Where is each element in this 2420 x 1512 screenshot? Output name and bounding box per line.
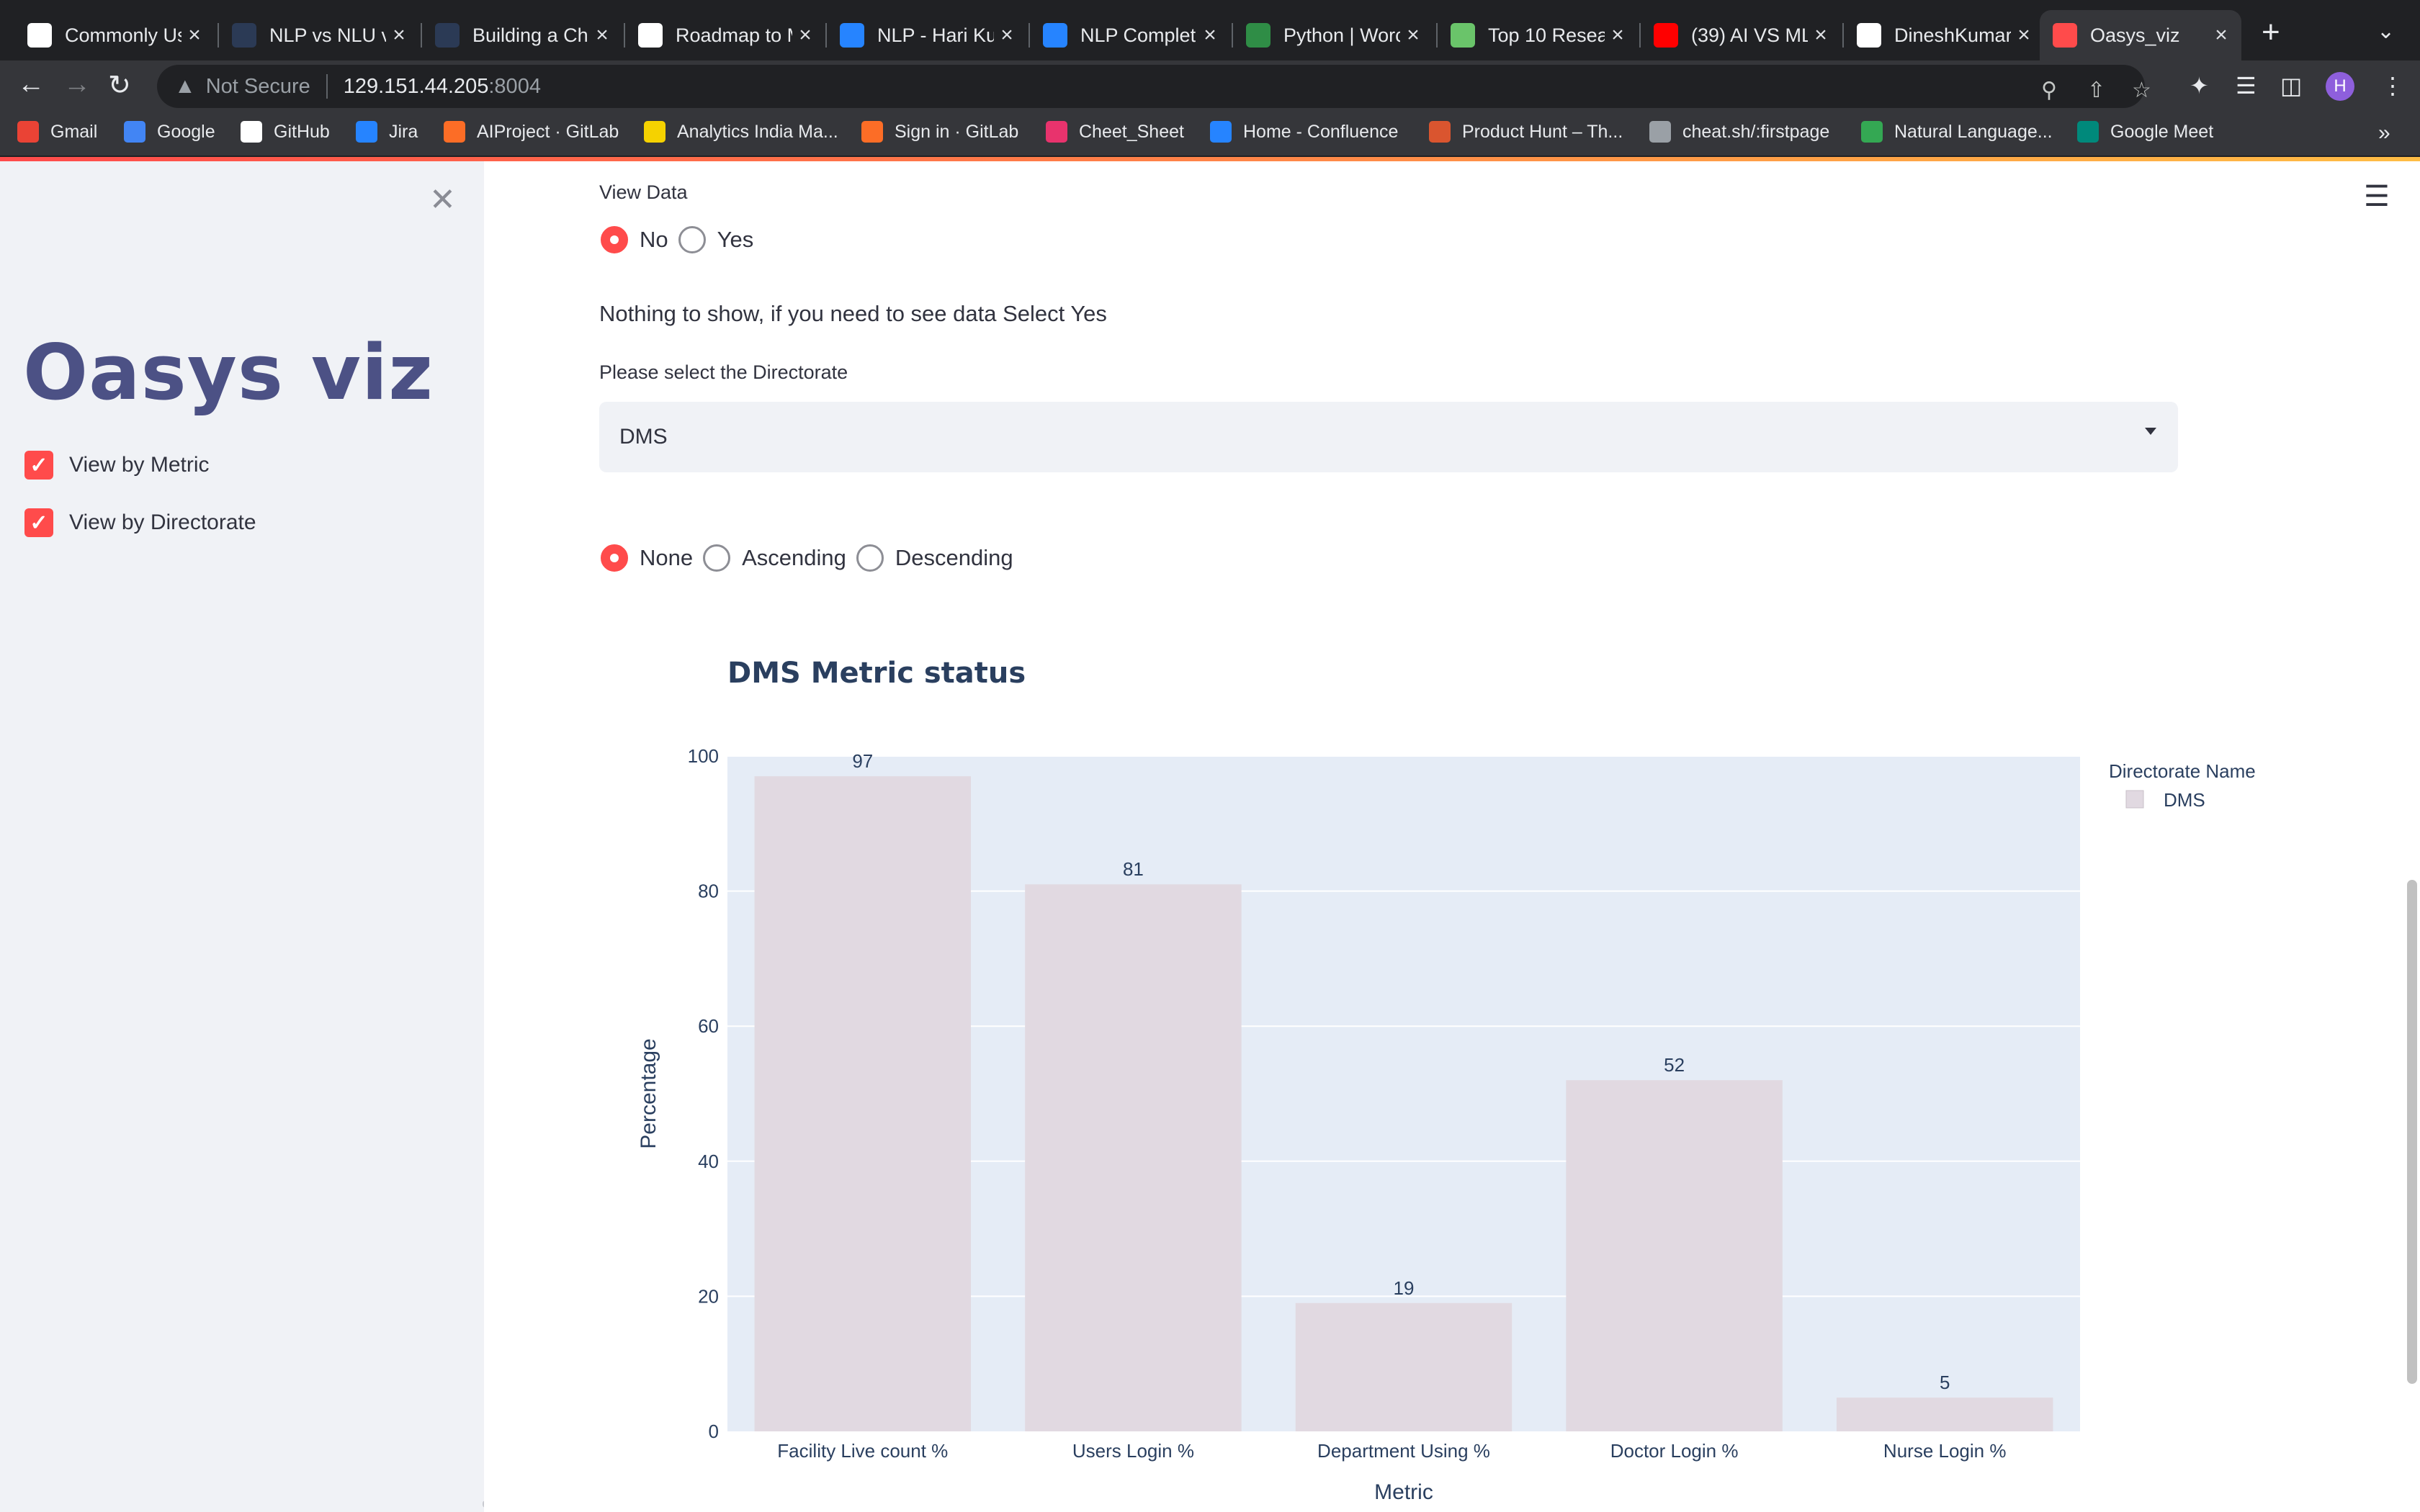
y-tick-label: 80 [698,881,719,902]
page-scrollbar[interactable] [2407,880,2417,1384]
bar-value-label: 97 [852,750,873,772]
bar-value-label: 52 [1664,1054,1685,1076]
x-axis-title: Metric [1374,1480,1433,1504]
legend-title: Directorate Name [2109,760,2256,782]
bar [754,776,972,1431]
x-tick-label: Facility Live count % [777,1440,948,1462]
y-tick-label: 20 [698,1285,719,1307]
metric-bar-chart: 0 20 40 60 80 100 97 Facility Live count % 81 Use… [637,657,2256,1504]
bar-value-label: 19 [1394,1277,1415,1299]
x-tick-label: Department Using % [1317,1440,1490,1462]
legend-swatch [2125,790,2144,809]
x-tick-label: Doctor Login % [1610,1440,1739,1462]
bar [1566,1080,1783,1431]
y-tick-label: 60 [698,1015,719,1037]
bar [1836,1398,2053,1431]
x-tick-label: Users Login % [1072,1440,1194,1462]
y-tick-label: 100 [688,745,719,767]
bar [1295,1302,1512,1431]
bar-value-label: 5 [1940,1372,1950,1393]
legend-entry: DMS [2164,789,2205,811]
chart-title: DMS Metric status [727,657,1026,690]
y-tick-label: 0 [709,1421,719,1442]
y-axis-title: Percentage [637,1038,660,1148]
y-tick-label: 40 [698,1151,719,1172]
bar-value-label: 81 [1123,858,1144,880]
bar [1025,884,1242,1431]
x-tick-label: Nurse Login % [1883,1440,2007,1462]
